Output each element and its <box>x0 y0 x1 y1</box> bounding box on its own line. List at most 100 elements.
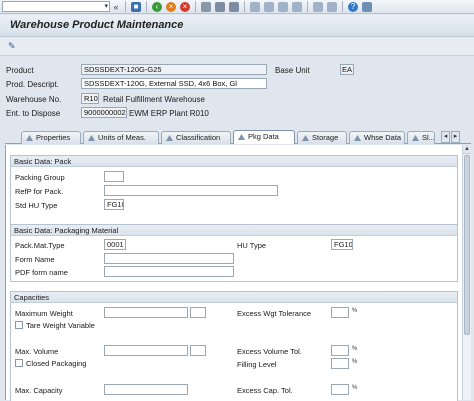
system-toolbar: ▾ « ■ ‹ × × ? <box>0 0 474 14</box>
excess-wgt-tolerance-label: Excess Wgt Tolerance <box>237 309 312 318</box>
find-next-icon[interactable] <box>229 1 239 12</box>
prev-page-icon[interactable] <box>264 1 274 12</box>
tab-slotting[interactable]: Sl... <box>407 131 435 144</box>
base-unit-field[interactable]: EA <box>340 64 354 75</box>
tab-label: Sl... <box>422 133 435 142</box>
layout-icon[interactable] <box>362 1 372 12</box>
group-basic-data-pack: Basic Data: Pack Packing Group RefP for … <box>10 155 458 225</box>
pdf-form-name-field[interactable] <box>104 266 234 277</box>
back-icon[interactable]: ‹ <box>152 1 162 12</box>
max-weight-label: Maximum Weight <box>15 309 73 318</box>
closed-packaging-checkbox[interactable] <box>15 359 23 367</box>
tab-whse-data[interactable]: Whse Data <box>349 131 405 144</box>
scrollbar-thumb[interactable] <box>464 155 470 335</box>
tab-label: Properties <box>36 133 71 142</box>
ent-dispose-label: Ent. to Dispose <box>6 109 61 118</box>
tab-scroll-right-button[interactable]: ▸ <box>451 131 460 143</box>
tab-strip: Properties Units of Meas. Classification… <box>5 130 471 144</box>
cancel-icon[interactable]: × <box>180 1 190 12</box>
tab-triangle-icon <box>354 135 361 141</box>
refp-pack-label: RefP for Pack. <box>15 187 64 196</box>
display-change-icon[interactable]: ✎ <box>8 42 18 51</box>
group-title: Capacities <box>11 292 457 303</box>
double-chevron-left-icon[interactable]: « <box>112 2 120 12</box>
toolbar-divider <box>244 1 245 12</box>
tab-classification[interactable]: Classification <box>161 131 231 144</box>
print-icon[interactable] <box>201 1 211 12</box>
first-page-icon[interactable] <box>250 1 260 12</box>
hu-type-label: HU Type <box>237 241 267 250</box>
pack-mat-type-field[interactable]: 0001 <box>104 239 126 250</box>
next-page-icon[interactable] <box>278 1 288 12</box>
save-icon[interactable]: ■ <box>131 1 141 12</box>
scroll-up-icon[interactable]: ▲ <box>463 145 471 154</box>
hu-type-field[interactable]: FG10 <box>331 239 353 250</box>
warehouse-field[interactable]: R10 <box>81 93 99 104</box>
pack-mat-type-label: Pack.Mat.Type <box>15 241 65 250</box>
tab-label: Whse Data <box>364 133 402 142</box>
tab-triangle-icon <box>26 135 33 141</box>
packing-group-label: Packing Group <box>15 173 65 182</box>
pdf-form-name-label: PDF form name <box>15 268 68 277</box>
product-label: Product <box>6 66 34 75</box>
tab-storage[interactable]: Storage <box>297 131 347 144</box>
max-weight-field[interactable] <box>104 307 188 318</box>
tab-triangle-icon <box>238 134 245 140</box>
percent-marker-icon: % <box>352 308 358 314</box>
last-page-icon[interactable] <box>292 1 302 12</box>
create-session-icon[interactable] <box>313 1 323 12</box>
tab-triangle-icon <box>302 135 309 141</box>
refp-pack-field[interactable] <box>104 185 278 196</box>
chevron-down-icon[interactable]: ▾ <box>104 3 108 11</box>
tab-triangle-icon <box>412 135 419 141</box>
prod-descript-label: Prod. Descript. <box>6 80 59 89</box>
application-toolbar: ✎ <box>0 38 474 56</box>
tab-pkg-data[interactable]: Pkg Data <box>233 130 295 144</box>
packing-group-field[interactable] <box>104 171 124 182</box>
std-hu-type-label: Std HU Type <box>15 201 58 210</box>
excess-volume-tol-field[interactable] <box>331 345 349 356</box>
max-volume-label: Max. Volume <box>15 347 59 356</box>
filling-level-field[interactable] <box>331 358 349 369</box>
percent-marker-icon: % <box>352 359 358 365</box>
title-bar: Warehouse Product Maintenance <box>0 15 474 37</box>
toolbar-divider <box>342 1 343 12</box>
help-icon[interactable]: ? <box>348 1 358 12</box>
std-hu-type-field[interactable]: FG10 <box>104 199 124 210</box>
form-name-label: Form Name <box>15 255 55 264</box>
toolbar-divider <box>125 1 126 12</box>
prod-descript-field[interactable]: SDSSDEXT-120G, External SSD, 4x6 Box, Gl <box>81 78 267 89</box>
volume-unit-field[interactable] <box>190 345 206 356</box>
tab-units-of-meas[interactable]: Units of Meas. <box>83 131 159 144</box>
group-packaging-material: Basic Data: Packaging Material Pack.Mat.… <box>10 224 458 282</box>
max-volume-field[interactable] <box>104 345 188 356</box>
tare-weight-variable-checkbox[interactable] <box>15 321 23 329</box>
percent-marker-icon: % <box>352 346 358 352</box>
tab-triangle-icon <box>88 135 95 141</box>
form-name-field[interactable] <box>104 253 234 264</box>
excess-cap-tol-field[interactable] <box>331 384 349 395</box>
find-icon[interactable] <box>215 1 225 12</box>
tab-label: Storage <box>312 133 339 142</box>
excess-wgt-tolerance-field[interactable] <box>331 307 349 318</box>
tab-content-panel: Basic Data: Pack Packing Group RefP for … <box>5 145 471 401</box>
excess-volume-tol-label: Excess Volume Tol. <box>237 347 302 356</box>
page-title: Warehouse Product Maintenance <box>10 19 184 31</box>
tab-properties[interactable]: Properties <box>21 131 81 144</box>
group-title: Basic Data: Pack <box>11 156 457 167</box>
tab-scroll-left-button[interactable]: ◂ <box>441 131 450 143</box>
exit-icon[interactable]: × <box>166 1 176 12</box>
shortcut-icon[interactable] <box>327 1 337 12</box>
group-capacities: Capacities Maximum Weight Excess Wgt Tol… <box>10 291 458 401</box>
tab-label: Units of Meas. <box>98 133 146 142</box>
closed-packaging-label: Closed Packaging <box>26 359 87 368</box>
ent-dispose-field[interactable]: 9000000002 <box>81 107 127 118</box>
weight-unit-field[interactable] <box>190 307 206 318</box>
vertical-scrollbar[interactable]: ▲ <box>462 145 471 400</box>
warehouse-description: Retail Fulfillment Warehouse <box>103 95 205 104</box>
excess-cap-tol-label: Excess Cap. Tol. <box>237 386 293 395</box>
command-field[interactable]: ▾ <box>2 1 110 12</box>
base-unit-label: Base Unit <box>275 66 310 75</box>
max-capacity-field[interactable] <box>104 384 188 395</box>
product-field[interactable]: SDSSDEXT-120G-G25 <box>81 64 267 75</box>
